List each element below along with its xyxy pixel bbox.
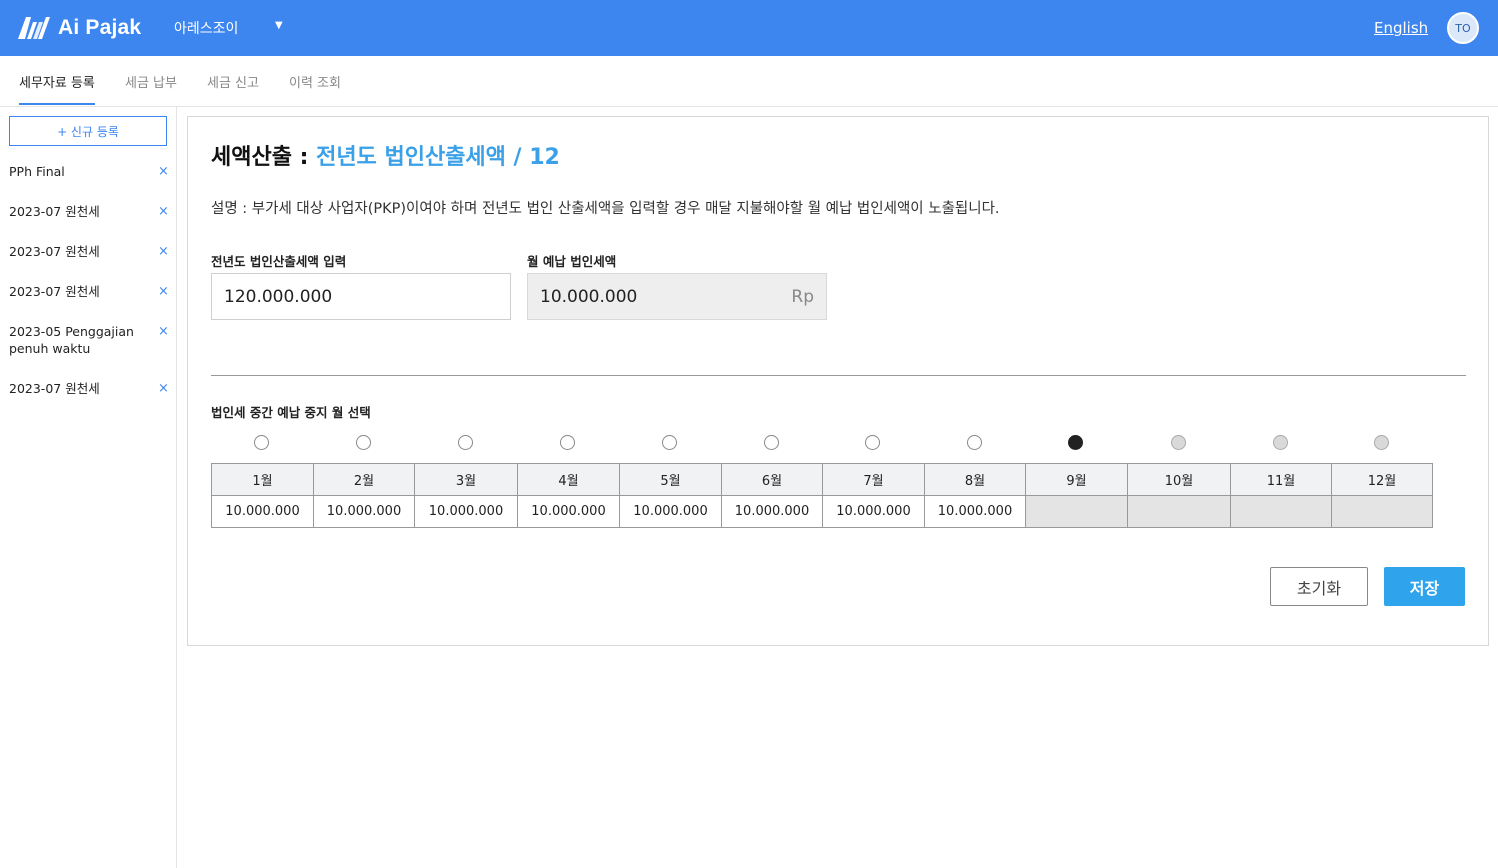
page-title: 세액산출 : 전년도 법인산출세액 / 12 xyxy=(211,139,560,171)
month-amount-cell: 10.000.000 xyxy=(924,495,1026,528)
month-header-cell: 4월 xyxy=(517,463,620,496)
month-amount-cell: 10.000.000 xyxy=(313,495,415,528)
month-header-cell: 12월 xyxy=(1331,463,1433,496)
month-amount-cell: 10.000.000 xyxy=(211,495,314,528)
close-icon[interactable]: × xyxy=(158,283,169,300)
month-radio-2[interactable] xyxy=(355,435,371,450)
company-name[interactable]: 아레스조이 xyxy=(174,18,238,38)
month-amount-cell: 10.000.000 xyxy=(721,495,823,528)
sidebar-item-label: 2023-07 원천세 xyxy=(9,381,100,396)
month-radio-6[interactable] xyxy=(763,435,779,450)
month-amount-cell: 10.000.000 xyxy=(517,495,620,528)
close-icon[interactable]: × xyxy=(158,380,169,397)
tab-history[interactable]: 이력 조회 xyxy=(289,72,341,91)
sidebar-item-label: 2023-07 원천세 xyxy=(9,244,100,259)
month-amount-cell: 10.000.000 xyxy=(619,495,722,528)
sidebar-item[interactable]: PPh Final × xyxy=(9,163,169,180)
month-amount-cell xyxy=(1331,495,1433,528)
close-icon[interactable]: × xyxy=(158,243,169,260)
month-amount-cell xyxy=(1127,495,1231,528)
sidebar-item-label: 2023-07 원천세 xyxy=(9,204,100,219)
month-header-cell: 3월 xyxy=(414,463,518,496)
sidebar-item[interactable]: 2023-07 원천세 × xyxy=(9,203,169,220)
tab-tax-filing[interactable]: 세금 신고 xyxy=(207,72,259,91)
reset-button[interactable]: 초기화 xyxy=(1270,567,1368,606)
app-logo[interactable]: Ai Pajak xyxy=(18,14,141,42)
page-title-highlight: 전년도 법인산출세액 / 12 xyxy=(316,145,560,170)
table-header-row: 1월 2월 3월 4월 5월 6월 7월 8월 9월 10월 11월 12월 xyxy=(211,463,1433,496)
month-amount-cell: 10.000.000 xyxy=(822,495,925,528)
month-header-cell: 7월 xyxy=(822,463,925,496)
currency-unit: Rp xyxy=(791,287,814,307)
month-header-cell: 1월 xyxy=(211,463,314,496)
monthly-prepayment-field: 10.000.000 Rp xyxy=(527,273,827,320)
month-radio-10[interactable] xyxy=(1170,435,1186,450)
month-header-cell: 6월 xyxy=(721,463,823,496)
month-header-cell: 9월 xyxy=(1025,463,1128,496)
user-avatar[interactable]: TO xyxy=(1447,12,1479,44)
month-header-cell: 2월 xyxy=(313,463,415,496)
active-tab-indicator xyxy=(19,103,95,105)
month-radio-7[interactable] xyxy=(865,435,880,450)
page-title-prefix: 세액산출 : xyxy=(211,145,317,170)
month-radio-9[interactable] xyxy=(1068,435,1083,450)
description-text: 설명 : 부가세 대상 사업자(PKP)이여야 하며 전년도 법인 산출세액을 … xyxy=(211,201,1000,217)
monthly-tax-table: 1월 2월 3월 4월 5월 6월 7월 8월 9월 10월 11월 12월 10.000.000 10… xyxy=(211,463,1433,528)
month-amount-cell xyxy=(1230,495,1332,528)
chevron-down-icon[interactable]: ▼ xyxy=(275,20,283,31)
section-divider xyxy=(211,375,1466,376)
month-radio-5[interactable] xyxy=(662,435,677,450)
logo-mark-icon xyxy=(18,17,50,39)
close-icon[interactable]: × xyxy=(158,203,169,220)
top-header: Ai Pajak 아레스조이 ▼ English TO xyxy=(0,0,1498,56)
tab-tax-payment[interactable]: 세금 납부 xyxy=(125,72,177,91)
main-tabs: 세무자료 등록 세금 납부 세금 신고 이력 조회 xyxy=(0,56,1498,107)
close-icon[interactable]: × xyxy=(158,323,169,340)
prior-year-tax-label: 전년도 법인산출세액 입력 xyxy=(211,254,347,269)
monthly-prepayment-label: 월 예납 법인세액 xyxy=(527,254,617,269)
month-radio-3[interactable] xyxy=(457,435,473,450)
month-amount-cell: 10.000.000 xyxy=(414,495,518,528)
new-registration-button[interactable]: + 신규 등록 xyxy=(9,116,167,146)
language-switch-link[interactable]: English xyxy=(1374,19,1428,37)
month-radio-11[interactable] xyxy=(1272,435,1288,450)
sidebar-item-label: 2023-05 Penggajian penuh waktu xyxy=(9,324,134,356)
save-button[interactable]: 저장 xyxy=(1384,567,1465,606)
month-radio-4[interactable] xyxy=(560,435,575,450)
month-header-cell: 5월 xyxy=(619,463,722,496)
month-radio-12[interactable] xyxy=(1373,435,1389,450)
month-radio-8[interactable] xyxy=(966,435,982,450)
sidebar-item[interactable]: 2023-07 원천세 × xyxy=(9,283,169,300)
tax-calculation-panel: 세액산출 : 전년도 법인산출세액 / 12 설명 : 부가세 대상 사업자(P… xyxy=(187,116,1489,646)
sidebar: + 신규 등록 PPh Final × 2023-07 원천세 × 2023-0… xyxy=(0,107,177,868)
close-icon[interactable]: × xyxy=(158,163,169,180)
logo-text: Ai Pajak xyxy=(58,16,142,39)
month-header-cell: 11월 xyxy=(1230,463,1332,496)
sidebar-item[interactable]: 2023-07 원천세 × xyxy=(9,380,169,397)
month-header-cell: 10월 xyxy=(1127,463,1231,496)
monthly-prepayment-value: 10.000.000 xyxy=(540,287,638,307)
table-row: 10.000.000 10.000.000 10.000.000 10.000.000… xyxy=(211,495,1433,528)
month-header-cell: 8월 xyxy=(924,463,1026,496)
sidebar-item-label: PPh Final xyxy=(9,164,65,179)
sidebar-item[interactable]: 2023-07 원천세 × xyxy=(9,243,169,260)
sidebar-item[interactable]: 2023-05 Penggajian penuh waktu × xyxy=(9,323,169,357)
month-amount-cell xyxy=(1025,495,1128,528)
tab-tax-data-registration[interactable]: 세무자료 등록 xyxy=(19,72,95,91)
month-radio-1[interactable] xyxy=(254,435,269,450)
prior-year-tax-input[interactable] xyxy=(211,273,511,320)
sidebar-item-label: 2023-07 원천세 xyxy=(9,284,100,299)
stop-month-label: 법인세 중간 예납 중지 월 선택 xyxy=(211,405,371,420)
